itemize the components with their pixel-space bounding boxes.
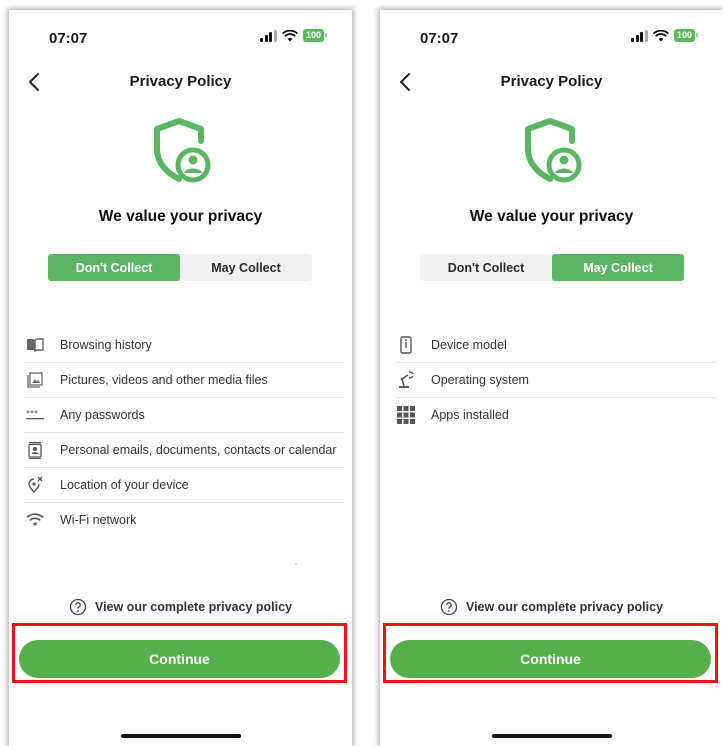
device-icon xyxy=(395,336,417,354)
wifi-status-icon xyxy=(281,29,298,41)
privacy-policy-link-label[interactable]: View our complete privacy policy xyxy=(95,600,292,614)
stray-dot xyxy=(295,563,297,565)
book-icon xyxy=(24,336,46,354)
list-item: *** Any passwords xyxy=(24,398,345,433)
tab-may-collect[interactable]: May Collect xyxy=(180,254,312,281)
highlight-box: Continue xyxy=(383,623,718,683)
location-off-icon xyxy=(24,476,46,494)
list-item: Apps installed xyxy=(395,398,716,432)
battery-icon: 100 xyxy=(302,29,328,42)
svg-text:***: *** xyxy=(26,410,38,418)
privacy-policy-link[interactable]: View our complete privacy policy xyxy=(9,598,352,616)
status-icons: 100 xyxy=(631,29,699,42)
tab-dont-collect[interactable]: Don't Collect xyxy=(420,254,552,281)
apps-grid-icon xyxy=(395,406,417,424)
privacy-policy-link[interactable]: View our complete privacy policy xyxy=(380,598,723,616)
contacts-icon xyxy=(24,441,46,459)
page-title: Privacy Policy xyxy=(129,73,232,90)
continue-button[interactable]: Continue xyxy=(19,640,340,678)
phone-screen-may-collect: 07:07 100 Privacy Policy We value your p… xyxy=(380,10,723,746)
help-circle-icon xyxy=(69,598,87,616)
tab-dont-collect[interactable]: Don't Collect xyxy=(48,254,180,281)
privacy-shield-user-icon xyxy=(153,118,210,183)
highlight-box: Continue xyxy=(12,623,347,683)
signal-icon xyxy=(260,29,277,42)
privacy-heading: We value your privacy xyxy=(469,208,634,225)
help-circle-icon xyxy=(440,598,458,616)
continue-button[interactable]: Continue xyxy=(390,640,711,678)
password-icon: *** xyxy=(24,406,46,424)
status-time: 07:07 xyxy=(49,30,88,47)
signal-icon xyxy=(631,29,648,42)
list-item: Device model xyxy=(395,328,716,363)
list-item: Personal emails, documents, contacts or … xyxy=(24,433,345,468)
list-item: Operating system xyxy=(395,363,716,398)
wifi-status-icon xyxy=(652,29,669,41)
status-icons: 100 xyxy=(260,29,328,42)
home-indicator xyxy=(120,734,241,738)
image-icon xyxy=(24,371,46,389)
privacy-heading: We value your privacy xyxy=(98,208,263,225)
home-indicator xyxy=(491,734,612,738)
collect-toggle: Don't Collect May Collect xyxy=(420,254,684,281)
dont-collect-list: Browsing history Pictures, videos and ot… xyxy=(24,328,345,537)
page-title: Privacy Policy xyxy=(500,73,603,90)
list-item: Pictures, videos and other media files xyxy=(24,363,345,398)
robot-arm-icon xyxy=(395,371,417,389)
collect-toggle: Don't Collect May Collect xyxy=(48,254,312,281)
privacy-policy-link-label[interactable]: View our complete privacy policy xyxy=(466,600,663,614)
phone-screen-dont-collect: 07:07 100 Privacy Policy We value your p… xyxy=(9,10,352,746)
tab-may-collect[interactable]: May Collect xyxy=(552,254,684,281)
privacy-shield-user-icon xyxy=(524,118,581,183)
list-item: Location of your device xyxy=(24,468,345,503)
battery-icon: 100 xyxy=(673,29,699,42)
status-time: 07:07 xyxy=(420,30,459,47)
wifi-icon xyxy=(24,511,46,529)
list-item: Wi-Fi network xyxy=(24,503,345,537)
list-item: Browsing history xyxy=(24,328,345,363)
may-collect-list: Device model Operating system Apps insta… xyxy=(395,328,716,432)
